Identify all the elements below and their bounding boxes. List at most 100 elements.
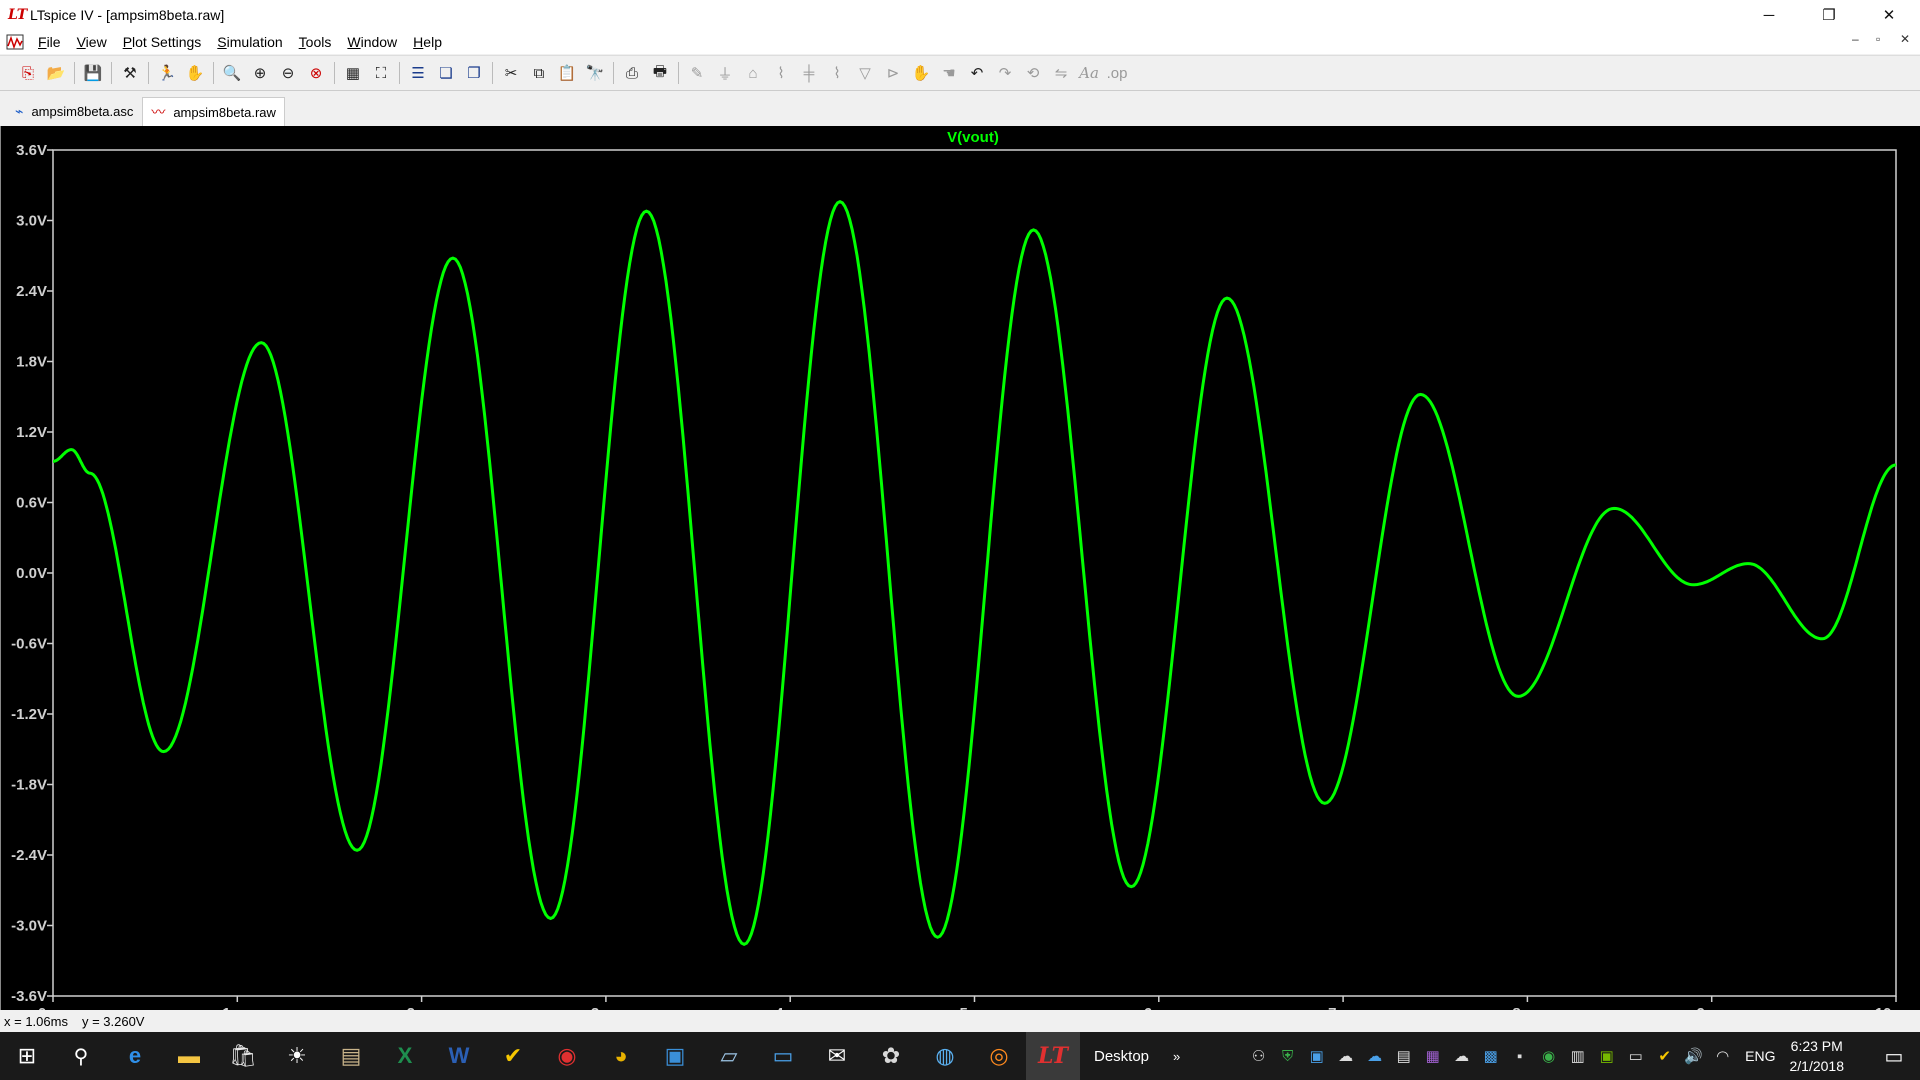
wire-icon[interactable]: ✎: [685, 61, 709, 85]
menu-plot-settings[interactable]: Plot Settings: [115, 34, 210, 50]
vpn-icon[interactable]: ◍: [918, 1032, 972, 1080]
mirror-icon[interactable]: ⇋: [1049, 61, 1073, 85]
label-icon[interactable]: ⌂: [741, 61, 765, 85]
cloud-icon[interactable]: ☁: [1447, 1047, 1476, 1065]
menu-tools[interactable]: Tools: [291, 34, 340, 50]
waveform-viewer[interactable]: V(vout) 3.6V 3.0V 2.4V 1.8V 1.2V 0.6V 0.0V -0.6…: [0, 126, 1920, 1022]
settings-sun-icon[interactable]: ☀: [270, 1032, 324, 1080]
paste-icon[interactable]: 📋: [555, 61, 579, 85]
search-icon[interactable]: ⚲: [54, 1032, 108, 1080]
drag-icon[interactable]: ☚: [937, 61, 961, 85]
trace-vout[interactable]: [53, 200, 1897, 946]
zoom-out-icon[interactable]: ⊖: [276, 61, 300, 85]
action-center-icon[interactable]: ▭: [1874, 1044, 1914, 1069]
tablet-icon[interactable]: ▱: [702, 1032, 756, 1080]
menu-help[interactable]: Help: [405, 34, 450, 50]
cut-icon[interactable]: ✂: [499, 61, 523, 85]
waveform-plot[interactable]: V(vout) 3.6V 3.0V 2.4V 1.8V 1.2V 0.6V 0.0V -0.6…: [1, 126, 1920, 1022]
open-icon[interactable]: 📂: [44, 61, 68, 85]
tray-app-icon[interactable]: ▣: [1302, 1047, 1331, 1065]
tile-vertical-icon[interactable]: ❐: [462, 61, 486, 85]
halt-icon[interactable]: ✋: [183, 61, 207, 85]
nvidia-icon[interactable]: ▣: [1592, 1047, 1621, 1065]
find-icon[interactable]: 🔭: [583, 61, 607, 85]
run-icon[interactable]: 🏃: [155, 61, 179, 85]
clock[interactable]: 6:23 PM 2/1/2018: [1790, 1036, 1845, 1076]
remote-desktop-icon[interactable]: ▣: [648, 1032, 702, 1080]
restore-button[interactable]: ❐: [1806, 0, 1852, 30]
save-icon[interactable]: 💾: [81, 61, 105, 85]
tray-app-icon[interactable]: ▥: [1563, 1047, 1592, 1065]
tile-horizontal-icon[interactable]: ☰: [406, 61, 430, 85]
menu-view[interactable]: View: [69, 34, 115, 50]
store-icon[interactable]: 🛍: [216, 1032, 270, 1080]
tray-app-icon[interactable]: ▩: [1476, 1047, 1505, 1065]
capacitor-icon[interactable]: ╪: [797, 61, 821, 85]
copy-icon[interactable]: ⧉: [527, 61, 551, 85]
component-icon[interactable]: ⊳: [881, 61, 905, 85]
chrome-red-icon[interactable]: ◉: [540, 1032, 594, 1080]
mdi-minimize-button[interactable]: –: [1852, 32, 1859, 46]
print-preview-icon[interactable]: ⎙: [620, 61, 644, 85]
resistor-icon[interactable]: ⌇: [769, 61, 793, 85]
norton-tray-icon[interactable]: ✔: [1650, 1047, 1679, 1065]
print-icon[interactable]: 🖶: [648, 61, 672, 85]
tray-app-icon[interactable]: ☁: [1331, 1047, 1360, 1065]
wifi-icon[interactable]: ◠: [1708, 1047, 1737, 1065]
rotate-icon[interactable]: ⟲: [1021, 61, 1045, 85]
volume-icon[interactable]: 🔊: [1679, 1047, 1708, 1065]
tray-app-icon[interactable]: ▪: [1505, 1048, 1534, 1065]
ground-icon[interactable]: ⏚: [713, 61, 737, 85]
trace-label[interactable]: V(vout): [947, 129, 999, 146]
input-language[interactable]: ENG: [1745, 1048, 1775, 1064]
people-icon[interactable]: ⚇: [1244, 1047, 1273, 1065]
norton-icon[interactable]: ✔: [486, 1032, 540, 1080]
toolbar-overflow-icon[interactable]: »: [1173, 1049, 1180, 1064]
close-button[interactable]: ✕: [1866, 0, 1912, 30]
undo-icon[interactable]: ↶: [965, 61, 989, 85]
desktop-toolbar-label[interactable]: Desktop: [1094, 1048, 1149, 1065]
firefox-icon[interactable]: ◎: [972, 1032, 1026, 1080]
zoom-in-icon[interactable]: ⊕: [248, 61, 272, 85]
mdi-restore-button[interactable]: ▫: [1876, 32, 1880, 46]
excel-icon[interactable]: X: [378, 1032, 432, 1080]
text-icon[interactable]: Aa: [1077, 61, 1101, 85]
file-explorer-icon[interactable]: ▬: [162, 1032, 216, 1080]
mdi-close-button[interactable]: ✕: [1900, 32, 1910, 46]
mail-icon[interactable]: ✉: [810, 1032, 864, 1080]
ltspice-icon[interactable]: LT: [1026, 1032, 1080, 1080]
new-schematic-icon[interactable]: ⎘: [16, 61, 40, 85]
defender-icon[interactable]: ⛨: [1273, 1048, 1302, 1065]
diode-icon[interactable]: ▽: [853, 61, 877, 85]
network-icon[interactable]: ▭: [756, 1032, 810, 1080]
windows-start-icon[interactable]: ⊞: [0, 1032, 54, 1080]
menu-file[interactable]: File: [30, 34, 69, 50]
edge-icon[interactable]: e: [108, 1032, 162, 1080]
cascade-icon[interactable]: ❏: [434, 61, 458, 85]
zoom-area-icon[interactable]: 🔍: [220, 61, 244, 85]
tray-app-icon[interactable]: ▤: [1389, 1047, 1418, 1065]
paint-icon[interactable]: ✿: [864, 1032, 918, 1080]
autorange-icon[interactable]: ▦: [341, 61, 365, 85]
status-bar: x = 1.06ms y = 3.260V: [0, 1010, 1920, 1032]
menu-simulation[interactable]: Simulation: [209, 34, 290, 50]
move-icon[interactable]: ✋: [909, 61, 933, 85]
tab-waveform[interactable]: 〰 ampsim8beta.raw: [142, 97, 285, 126]
tab-schematic[interactable]: ⌁ ampsim8beta.asc: [6, 96, 142, 126]
battery-icon[interactable]: ▭: [1621, 1047, 1650, 1065]
chrome-icon[interactable]: ◕: [594, 1032, 648, 1080]
zoom-fit-icon[interactable]: ⊗: [304, 61, 328, 85]
inductor-icon[interactable]: ⌇: [825, 61, 849, 85]
waveform-doc-icon[interactable]: [6, 34, 24, 50]
redo-icon[interactable]: ↷: [993, 61, 1017, 85]
notepad-icon[interactable]: ▤: [324, 1032, 378, 1080]
minimize-button[interactable]: ─: [1746, 0, 1792, 30]
spice-directive-icon[interactable]: .op: [1105, 61, 1129, 85]
zoom-extents-icon[interactable]: ⛶: [369, 61, 393, 85]
control-panel-icon[interactable]: ⚒: [118, 61, 142, 85]
menu-window[interactable]: Window: [339, 34, 405, 50]
tray-app-icon[interactable]: ◉: [1534, 1047, 1563, 1065]
onenote-icon[interactable]: ▦: [1418, 1047, 1447, 1065]
word-icon[interactable]: W: [432, 1032, 486, 1080]
onedrive-icon[interactable]: ☁: [1360, 1047, 1389, 1065]
